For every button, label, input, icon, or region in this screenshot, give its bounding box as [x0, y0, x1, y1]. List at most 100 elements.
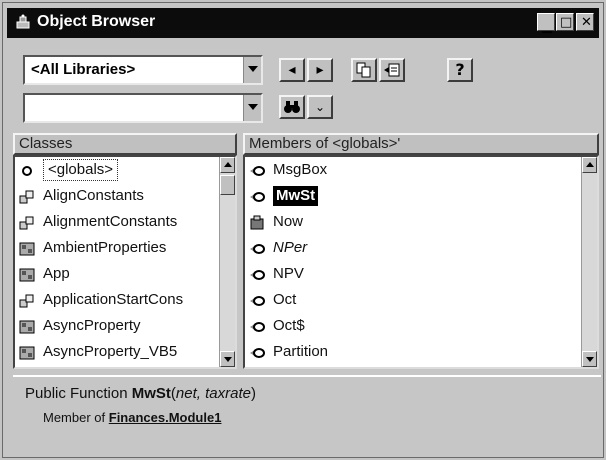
signature-name: MwSt — [131, 385, 171, 402]
members-header: Members of <globals>' — [243, 133, 599, 155]
method-icon — [249, 188, 265, 204]
arrow-right-icon: ▸ — [316, 62, 324, 78]
library-dropdown-value: <All Libraries> — [31, 61, 136, 78]
method-icon — [249, 266, 265, 282]
scroll-down-button[interactable] — [220, 351, 235, 367]
member-item[interactable]: Oct — [245, 287, 597, 313]
go-back-button[interactable]: ◂ — [279, 58, 305, 82]
member-item[interactable]: Partition — [245, 339, 597, 365]
signature-params: net, taxrate — [175, 385, 251, 402]
view-definition-button[interactable] — [379, 58, 405, 82]
member-item-label: Oct — [273, 291, 297, 308]
globals-icon — [19, 162, 35, 178]
object-browser-icon — [16, 14, 30, 29]
class-item-label: AsyncProperty_VB5 — [43, 343, 178, 360]
search-text-dropdown[interactable] — [23, 93, 263, 123]
class-item[interactable]: AsyncProperty_VB5 — [15, 339, 235, 365]
help-button[interactable]: ? — [447, 58, 473, 82]
class-item[interactable]: AmbientProperties — [15, 235, 235, 261]
member-item[interactable]: Oct$ — [245, 313, 597, 339]
class-item-label: <globals> — [43, 159, 119, 181]
member-of-label: Member of — [43, 410, 109, 425]
close-icon: ✕ — [581, 15, 592, 30]
chevron-down-icon — [248, 104, 258, 110]
classes-scrollbar[interactable] — [219, 157, 235, 367]
classes-header: Classes — [13, 133, 237, 155]
scroll-up-button[interactable] — [220, 157, 235, 173]
class-item[interactable]: ApplicationStartCons — [15, 287, 235, 313]
method-icon — [249, 292, 265, 308]
class-item[interactable]: AlignConstants — [15, 183, 235, 209]
maximize-button[interactable]: □ — [556, 13, 574, 31]
class-item[interactable]: AlignmentConstants — [15, 209, 235, 235]
member-item[interactable]: Now — [245, 209, 597, 235]
title-bar[interactable]: Object Browser ▁ □ ✕ — [7, 8, 599, 38]
arrow-left-icon: ◂ — [288, 62, 296, 78]
member-item[interactable]: MwSt — [245, 183, 597, 209]
class-item-label: ApplicationStartCons — [43, 291, 184, 308]
enum-icon — [19, 188, 35, 204]
object-browser-window: Object Browser ▁ □ ✕ <All Libraries> ◂ ▸ — [2, 2, 604, 458]
scroll-thumb[interactable] — [220, 175, 235, 195]
class-item[interactable]: <globals> — [15, 157, 235, 183]
search-text-dropdown-arrow[interactable] — [243, 95, 261, 121]
member-item-label: NPer — [273, 239, 308, 256]
member-item-label: Now — [273, 213, 304, 230]
signature-close-paren: ) — [250, 385, 256, 402]
member-item[interactable]: NPer — [245, 235, 597, 261]
member-item-label: MsgBox — [273, 161, 328, 178]
minimize-button[interactable]: ▁ — [537, 13, 555, 34]
member-item[interactable]: NPV — [245, 261, 597, 287]
classes-list[interactable]: <globals> AlignConstants AlignmentConstant… — [13, 155, 237, 369]
class-icon — [19, 318, 35, 334]
copy-to-clipboard-button[interactable] — [351, 58, 377, 82]
member-of-line: Member of Finances.Module1 — [43, 410, 221, 425]
class-icon — [19, 344, 35, 360]
member-item[interactable]: MsgBox — [245, 157, 597, 183]
scroll-up-icon — [224, 162, 232, 167]
help-icon: ? — [455, 60, 465, 79]
chevron-down-icon — [248, 66, 258, 72]
member-of-link[interactable]: Finances.Module1 — [109, 410, 222, 425]
member-item-label: Partition — [273, 343, 329, 360]
members-list[interactable]: MsgBox MwSt Now NPer NPV Oct Oct$ Partition — [243, 155, 599, 369]
search-button[interactable] — [279, 95, 305, 119]
scroll-down-button[interactable] — [582, 351, 597, 367]
member-item-label: NPV — [273, 265, 304, 282]
library-dropdown[interactable]: <All Libraries> — [23, 55, 263, 85]
close-button[interactable]: ✕ — [576, 13, 594, 31]
method-icon — [249, 318, 265, 334]
class-item[interactable]: App — [15, 261, 235, 287]
property-icon — [249, 214, 265, 230]
go-forward-button[interactable]: ▸ — [307, 58, 333, 82]
details-pane: Public Function MwSt(net, taxrate) Membe… — [13, 375, 601, 457]
method-icon — [249, 344, 265, 360]
method-icon — [249, 240, 265, 256]
class-item-label: AlignmentConstants — [43, 213, 178, 230]
class-item-label: AmbientProperties — [43, 239, 167, 256]
class-item-label: App — [43, 265, 70, 282]
double-chevron-down-icon: ⌄ — [314, 100, 326, 114]
member-item-label: MwSt — [273, 186, 319, 206]
class-icon — [19, 266, 35, 282]
minimize-icon: ▁ — [542, 19, 552, 34]
show-search-results-button[interactable]: ⌄ — [307, 95, 333, 119]
member-signature: Public Function MwSt(net, taxrate) — [25, 385, 256, 402]
scroll-down-icon — [586, 357, 594, 362]
class-item-label: AsyncProperty — [43, 317, 141, 334]
copy-icon — [356, 62, 371, 78]
library-dropdown-arrow[interactable] — [243, 57, 261, 83]
class-item-label: AlignConstants — [43, 187, 144, 204]
signature-prefix: Public Function — [25, 385, 132, 402]
member-item-label: Oct$ — [273, 317, 305, 334]
window-title: Object Browser — [37, 13, 156, 30]
scroll-up-button[interactable] — [582, 157, 597, 173]
class-item[interactable]: AsyncProperty — [15, 313, 235, 339]
method-icon — [249, 162, 265, 178]
members-scrollbar[interactable] — [581, 157, 597, 367]
view-definition-icon — [384, 63, 400, 77]
enum-icon — [19, 214, 35, 230]
binoculars-icon — [284, 101, 300, 113]
enum-icon — [19, 292, 35, 308]
scroll-up-icon — [586, 162, 594, 167]
